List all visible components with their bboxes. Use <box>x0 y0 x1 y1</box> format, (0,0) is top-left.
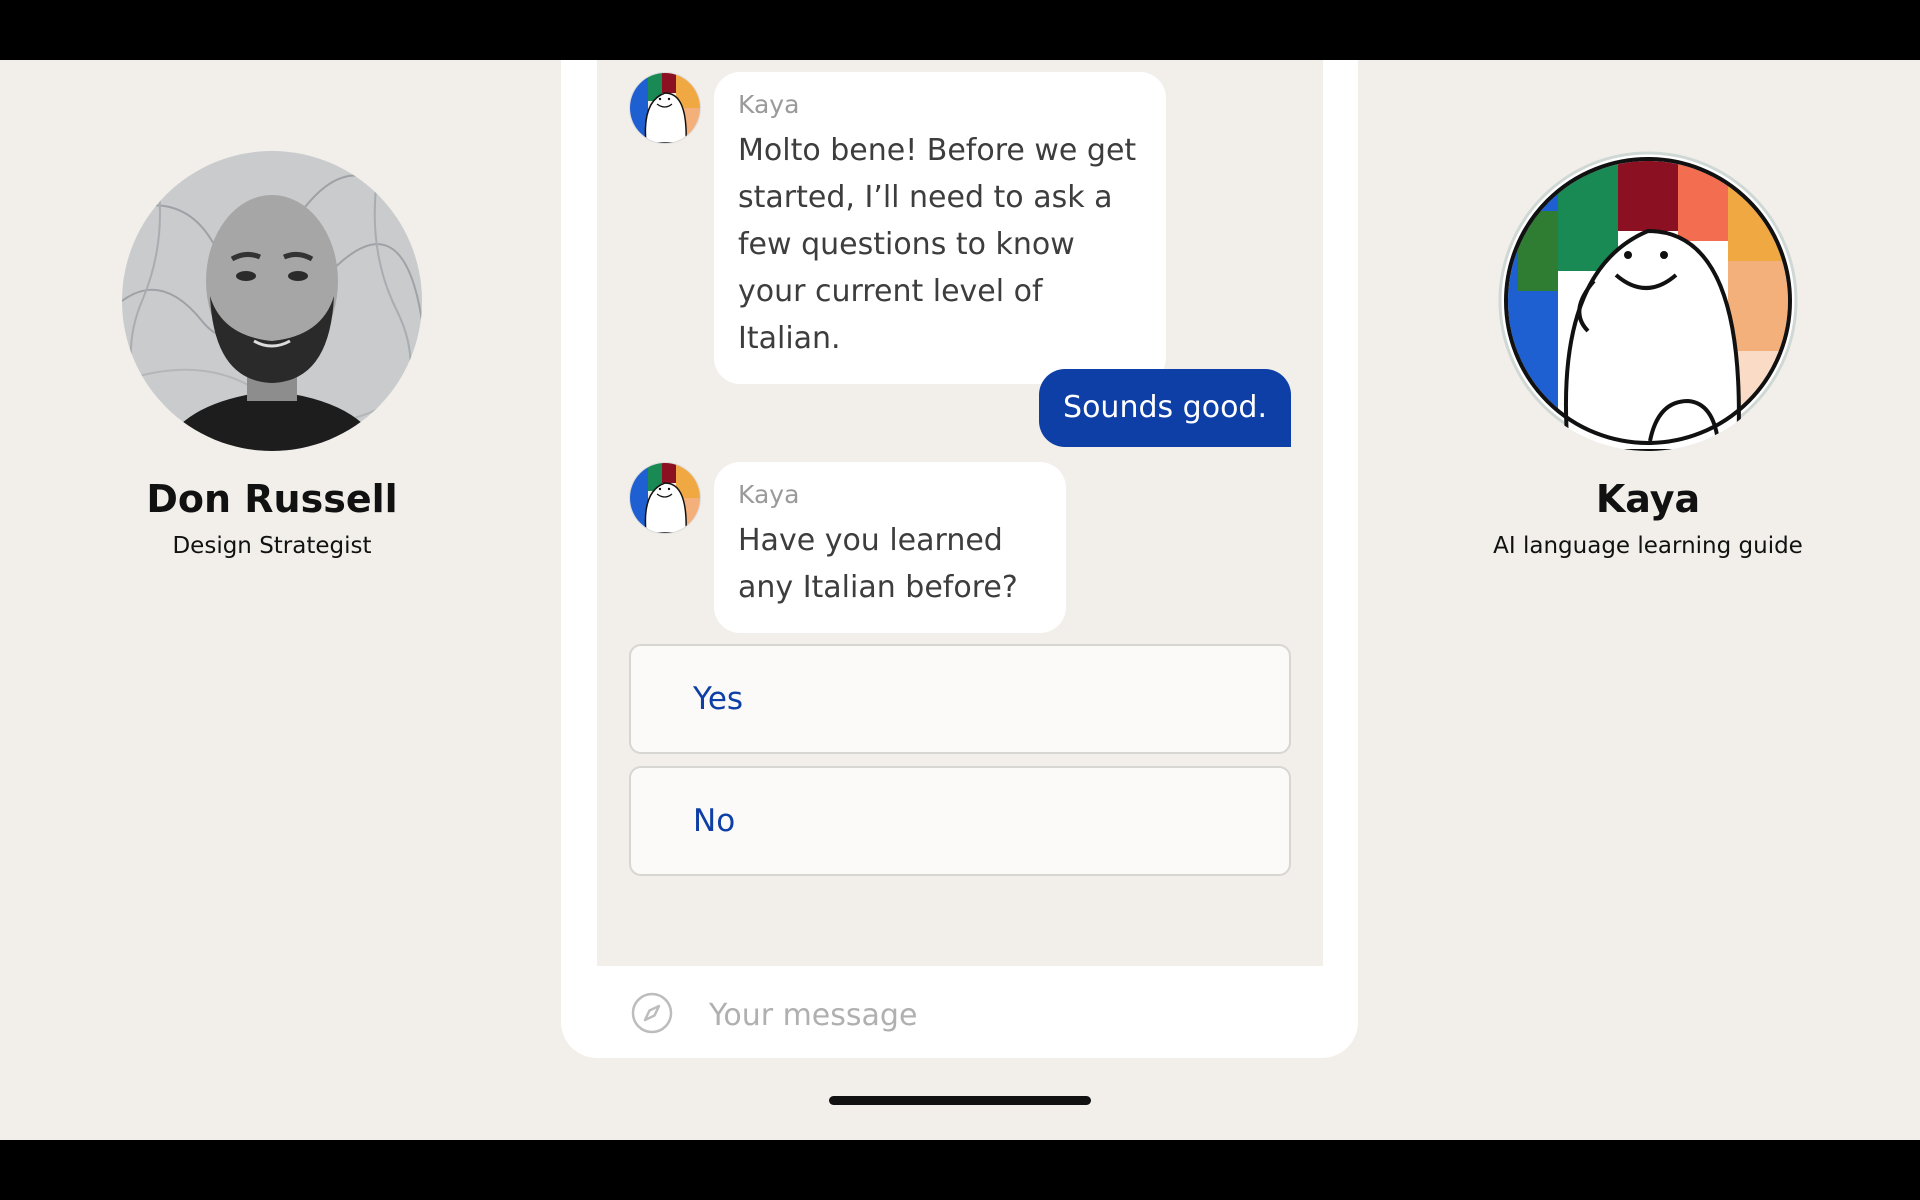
person-name: Don Russell <box>146 477 398 521</box>
chat-area[interactable]: Kaya Molto bene! Before we get started, … <box>597 60 1323 966</box>
phone-frame: Kaya Molto bene! Before we get started, … <box>561 60 1358 1105</box>
message-composer <box>631 992 1291 1038</box>
person-profile: Don Russell Design Strategist <box>52 151 492 559</box>
kaya-avatar <box>629 462 701 534</box>
choice-yes-button[interactable]: Yes <box>629 644 1291 754</box>
user-message: Sounds good. <box>1039 369 1291 447</box>
bot-bubble: Kaya Molto bene! Before we get started, … <box>714 72 1166 384</box>
presentation-stage: Don Russell Design Strategist Kaya AI la… <box>0 60 1920 1140</box>
kaya-avatar <box>629 72 701 144</box>
message-text: Molto bene! Before we get started, I’ll … <box>738 133 1137 356</box>
home-indicator[interactable] <box>829 1096 1091 1105</box>
message-text: Have you learned any Italian before? <box>738 523 1018 605</box>
bot-profile: Kaya AI language learning guide <box>1428 151 1868 559</box>
sender-name: Kaya <box>738 480 800 509</box>
person-title: Design Strategist <box>172 533 372 559</box>
bot-title: AI language learning guide <box>1493 533 1803 559</box>
sender-name: Kaya <box>738 90 800 119</box>
message-input[interactable] <box>709 992 1269 1038</box>
kaya-avatar-large <box>1498 151 1798 451</box>
person-avatar <box>122 151 422 451</box>
choice-no-button[interactable]: No <box>629 766 1291 876</box>
compass-icon[interactable] <box>631 992 673 1034</box>
bot-bubble: Kaya Have you learned any Italian before… <box>714 462 1066 633</box>
bot-name: Kaya <box>1595 477 1701 521</box>
